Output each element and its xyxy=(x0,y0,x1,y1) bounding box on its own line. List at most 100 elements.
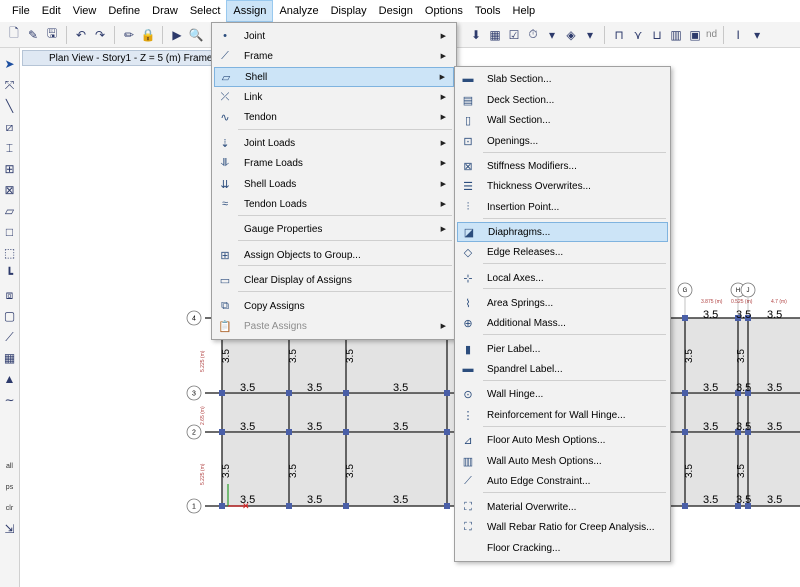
menu-item-thickness-overwrites[interactable]: ☰ Thickness Overwrites... xyxy=(457,176,668,196)
menu-item-wall-hinge[interactable]: ⊙ Wall Hinge... xyxy=(457,384,668,404)
menu-item-floor-cracking[interactable]: Floor Cracking... xyxy=(457,538,668,558)
shell-value: 3.5 xyxy=(240,382,255,394)
menu-item-clear-display-of-assigns[interactable]: ▭ Clear Display of Assigns xyxy=(214,270,454,290)
snap-icon[interactable]: ⇲ xyxy=(2,521,18,537)
menu-options[interactable]: Options xyxy=(419,0,469,22)
draw-tendon-icon[interactable]: ⟋ xyxy=(2,329,18,345)
dropdown-icon[interactable]: ▾ xyxy=(749,27,765,43)
menu-item-label: Material Overwrite... xyxy=(487,501,577,513)
menu-item-frame-loads[interactable]: ⥥ Frame Loads ▶ xyxy=(214,153,454,173)
menu-item-auto-edge-constraint[interactable]: ⟋ Auto Edge Constraint... xyxy=(457,471,668,491)
text-tool-icon[interactable]: I xyxy=(730,27,746,43)
pointer-icon[interactable]: ➤ xyxy=(2,56,18,72)
zoom-icon[interactable]: 🔍 xyxy=(188,27,204,43)
menu-item-paste-assigns[interactable]: 📋 Paste Assigns ▶ xyxy=(214,316,454,336)
save-icon[interactable]: 🖫 xyxy=(44,26,60,43)
menu-item-additional-mass[interactable]: ⊕ Additional Mass... xyxy=(457,313,668,333)
menu-item-joint-loads[interactable]: ⇣ Joint Loads ▶ xyxy=(214,133,454,153)
menu-item-joint[interactable]: • Joint ▶ xyxy=(214,26,454,46)
menu-item-shell-loads[interactable]: ⇊ Shell Loads ▶ xyxy=(214,174,454,194)
draw-brace-icon[interactable]: ⧄ xyxy=(2,119,18,135)
new-file-icon[interactable]: 🗋 xyxy=(6,26,22,43)
ps-select-icon[interactable]: ps xyxy=(2,479,18,495)
frame-draw-icon[interactable]: ⊓ xyxy=(611,27,627,43)
run-analysis-icon[interactable]: ▶ xyxy=(169,27,185,43)
menu-item-floor-auto-mesh-options[interactable]: ⊿ Floor Auto Mesh Options... xyxy=(457,430,668,450)
menu-item-stiffness-modifiers[interactable]: ⊠ Stiffness Modifiers... xyxy=(457,156,668,176)
menu-item-tendon[interactable]: ∿ Tendon ▶ xyxy=(214,107,454,127)
view-title-tab[interactable]: Plan View - Story1 - Z = 5 (m) Frame S xyxy=(22,50,212,66)
menu-item-shell[interactable]: ▱ Shell ▶ xyxy=(214,67,454,87)
draw-opening-icon[interactable]: ⧈ xyxy=(2,287,18,303)
menu-item-insertion-point[interactable]: ⫶ Insertion Point... xyxy=(457,197,668,217)
dropdown-icon[interactable]: ▾ xyxy=(544,27,560,43)
menu-item-slab-section[interactable]: ▬ Slab Section... xyxy=(457,69,668,89)
clr-select-icon[interactable]: clr xyxy=(2,500,18,516)
shell-draw-icon[interactable]: ▥ xyxy=(668,27,684,43)
menu-item-openings[interactable]: ⊡ Openings... xyxy=(457,131,668,151)
draw-grid-icon[interactable]: ▦ xyxy=(2,350,18,366)
menu-item-area-springs[interactable]: ⌇ Area Springs... xyxy=(457,293,668,313)
menu-item-material-overwrite[interactable]: ⛶ Material Overwrite... xyxy=(457,497,668,517)
clock-icon[interactable]: ⏱ xyxy=(525,27,541,43)
menu-item-deck-section[interactable]: ▤ Deck Section... xyxy=(457,90,668,110)
draw-line-icon[interactable]: ╲ xyxy=(2,98,18,114)
menu-view[interactable]: View xyxy=(67,0,103,22)
draw-polygon-icon[interactable]: ▱ xyxy=(2,203,18,219)
menu-item-frame[interactable]: ⟋ Frame ▶ xyxy=(214,46,454,66)
slab-icon: ▬ xyxy=(462,73,474,85)
draw-link-icon[interactable]: ▢ xyxy=(2,308,18,324)
menu-tools[interactable]: Tools xyxy=(469,0,507,22)
row-dimension: 2.65 (m) xyxy=(200,406,206,425)
draw-column-icon[interactable]: ⌶ xyxy=(2,140,18,156)
menu-item-spandrel-label[interactable]: ▬ Spandrel Label... xyxy=(457,359,668,379)
menu-item-gauge-properties[interactable]: Gauge Properties ▶ xyxy=(214,219,454,239)
brace-draw-icon[interactable]: ⋎ xyxy=(630,27,646,43)
menu-item-copy-assigns[interactable]: ⧉ Copy Assigns xyxy=(214,296,454,316)
menu-item-local-axes[interactable]: ⊹ Local Axes... xyxy=(457,268,668,288)
menu-item-pier-label[interactable]: ▮ Pier Label... xyxy=(457,339,668,359)
menu-item-diaphragms[interactable]: ◪ Diaphragms... xyxy=(457,222,668,242)
draw-beam-grid-icon[interactable]: ⊞ xyxy=(2,161,18,177)
menu-select[interactable]: Select xyxy=(184,0,227,22)
menu-item-reinforcement-for-wall-hinge[interactable]: ⋮ Reinforcement for Wall Hinge... xyxy=(457,405,668,425)
draw-rectangle-icon[interactable]: □ xyxy=(2,224,18,240)
menu-item-link[interactable]: ⤫ Link ▶ xyxy=(214,87,454,107)
row-dimension: 5.225 (m) xyxy=(200,463,206,485)
menu-file[interactable]: File xyxy=(6,0,36,22)
pencil-icon[interactable]: ✏ xyxy=(121,27,137,43)
cube-view-icon[interactable]: ◈ xyxy=(563,27,579,43)
undo-icon[interactable]: ↶ xyxy=(73,27,89,43)
menu-item-edge-releases[interactable]: ◇ Edge Releases... xyxy=(457,242,668,262)
open-file-icon[interactable]: ✎ xyxy=(25,27,41,43)
menu-assign[interactable]: Assign xyxy=(226,0,274,22)
draw-section-cut-icon[interactable]: ▲ xyxy=(2,371,18,387)
draw-wall-icon[interactable]: ┗ xyxy=(2,266,18,282)
menu-define[interactable]: Define xyxy=(102,0,146,22)
menu-item-wall-section[interactable]: ▯ Wall Section... xyxy=(457,110,668,130)
wall-draw-icon[interactable]: ▣ xyxy=(687,27,703,43)
draw-dimension-icon[interactable]: ∼ xyxy=(2,392,18,408)
menu-item-assign-objects-to-group[interactable]: ⊞ Assign Objects to Group... xyxy=(214,245,454,265)
checkbox-display-icon[interactable]: ☑ xyxy=(506,27,522,43)
menu-design[interactable]: Design xyxy=(373,0,419,22)
col-dimension: 0.525 (m) xyxy=(731,299,753,305)
lock-icon[interactable]: 🔒 xyxy=(140,27,156,43)
menu-edit[interactable]: Edit xyxy=(36,0,67,22)
reshape-icon[interactable]: ⤧ xyxy=(2,77,18,93)
menu-display[interactable]: Display xyxy=(325,0,373,22)
beam-draw-icon[interactable]: ⊔ xyxy=(649,27,665,43)
menu-item-wall-rebar-ratio-for-creep-analysis[interactable]: ⛶ Wall Rebar Ratio for Creep Analysis... xyxy=(457,517,668,537)
menu-item-wall-auto-mesh-options[interactable]: ▥ Wall Auto Mesh Options... xyxy=(457,451,668,471)
draw-cross-brace-icon[interactable]: ⊠ xyxy=(2,182,18,198)
quick-draw-area-icon[interactable]: ⬚ xyxy=(2,245,18,261)
redo-icon[interactable]: ↷ xyxy=(92,27,108,43)
menu-help[interactable]: Help xyxy=(507,0,542,22)
menu-analyze[interactable]: Analyze xyxy=(273,0,324,22)
display-icon[interactable]: ⬇ xyxy=(468,27,484,43)
menu-item-tendon-loads[interactable]: ≈ Tendon Loads ▶ xyxy=(214,194,454,214)
menu-draw[interactable]: Draw xyxy=(146,0,184,22)
dropdown-icon[interactable]: ▾ xyxy=(582,27,598,43)
grid-display-icon[interactable]: ▦ xyxy=(487,27,503,43)
all-select-icon[interactable]: all xyxy=(2,458,18,474)
